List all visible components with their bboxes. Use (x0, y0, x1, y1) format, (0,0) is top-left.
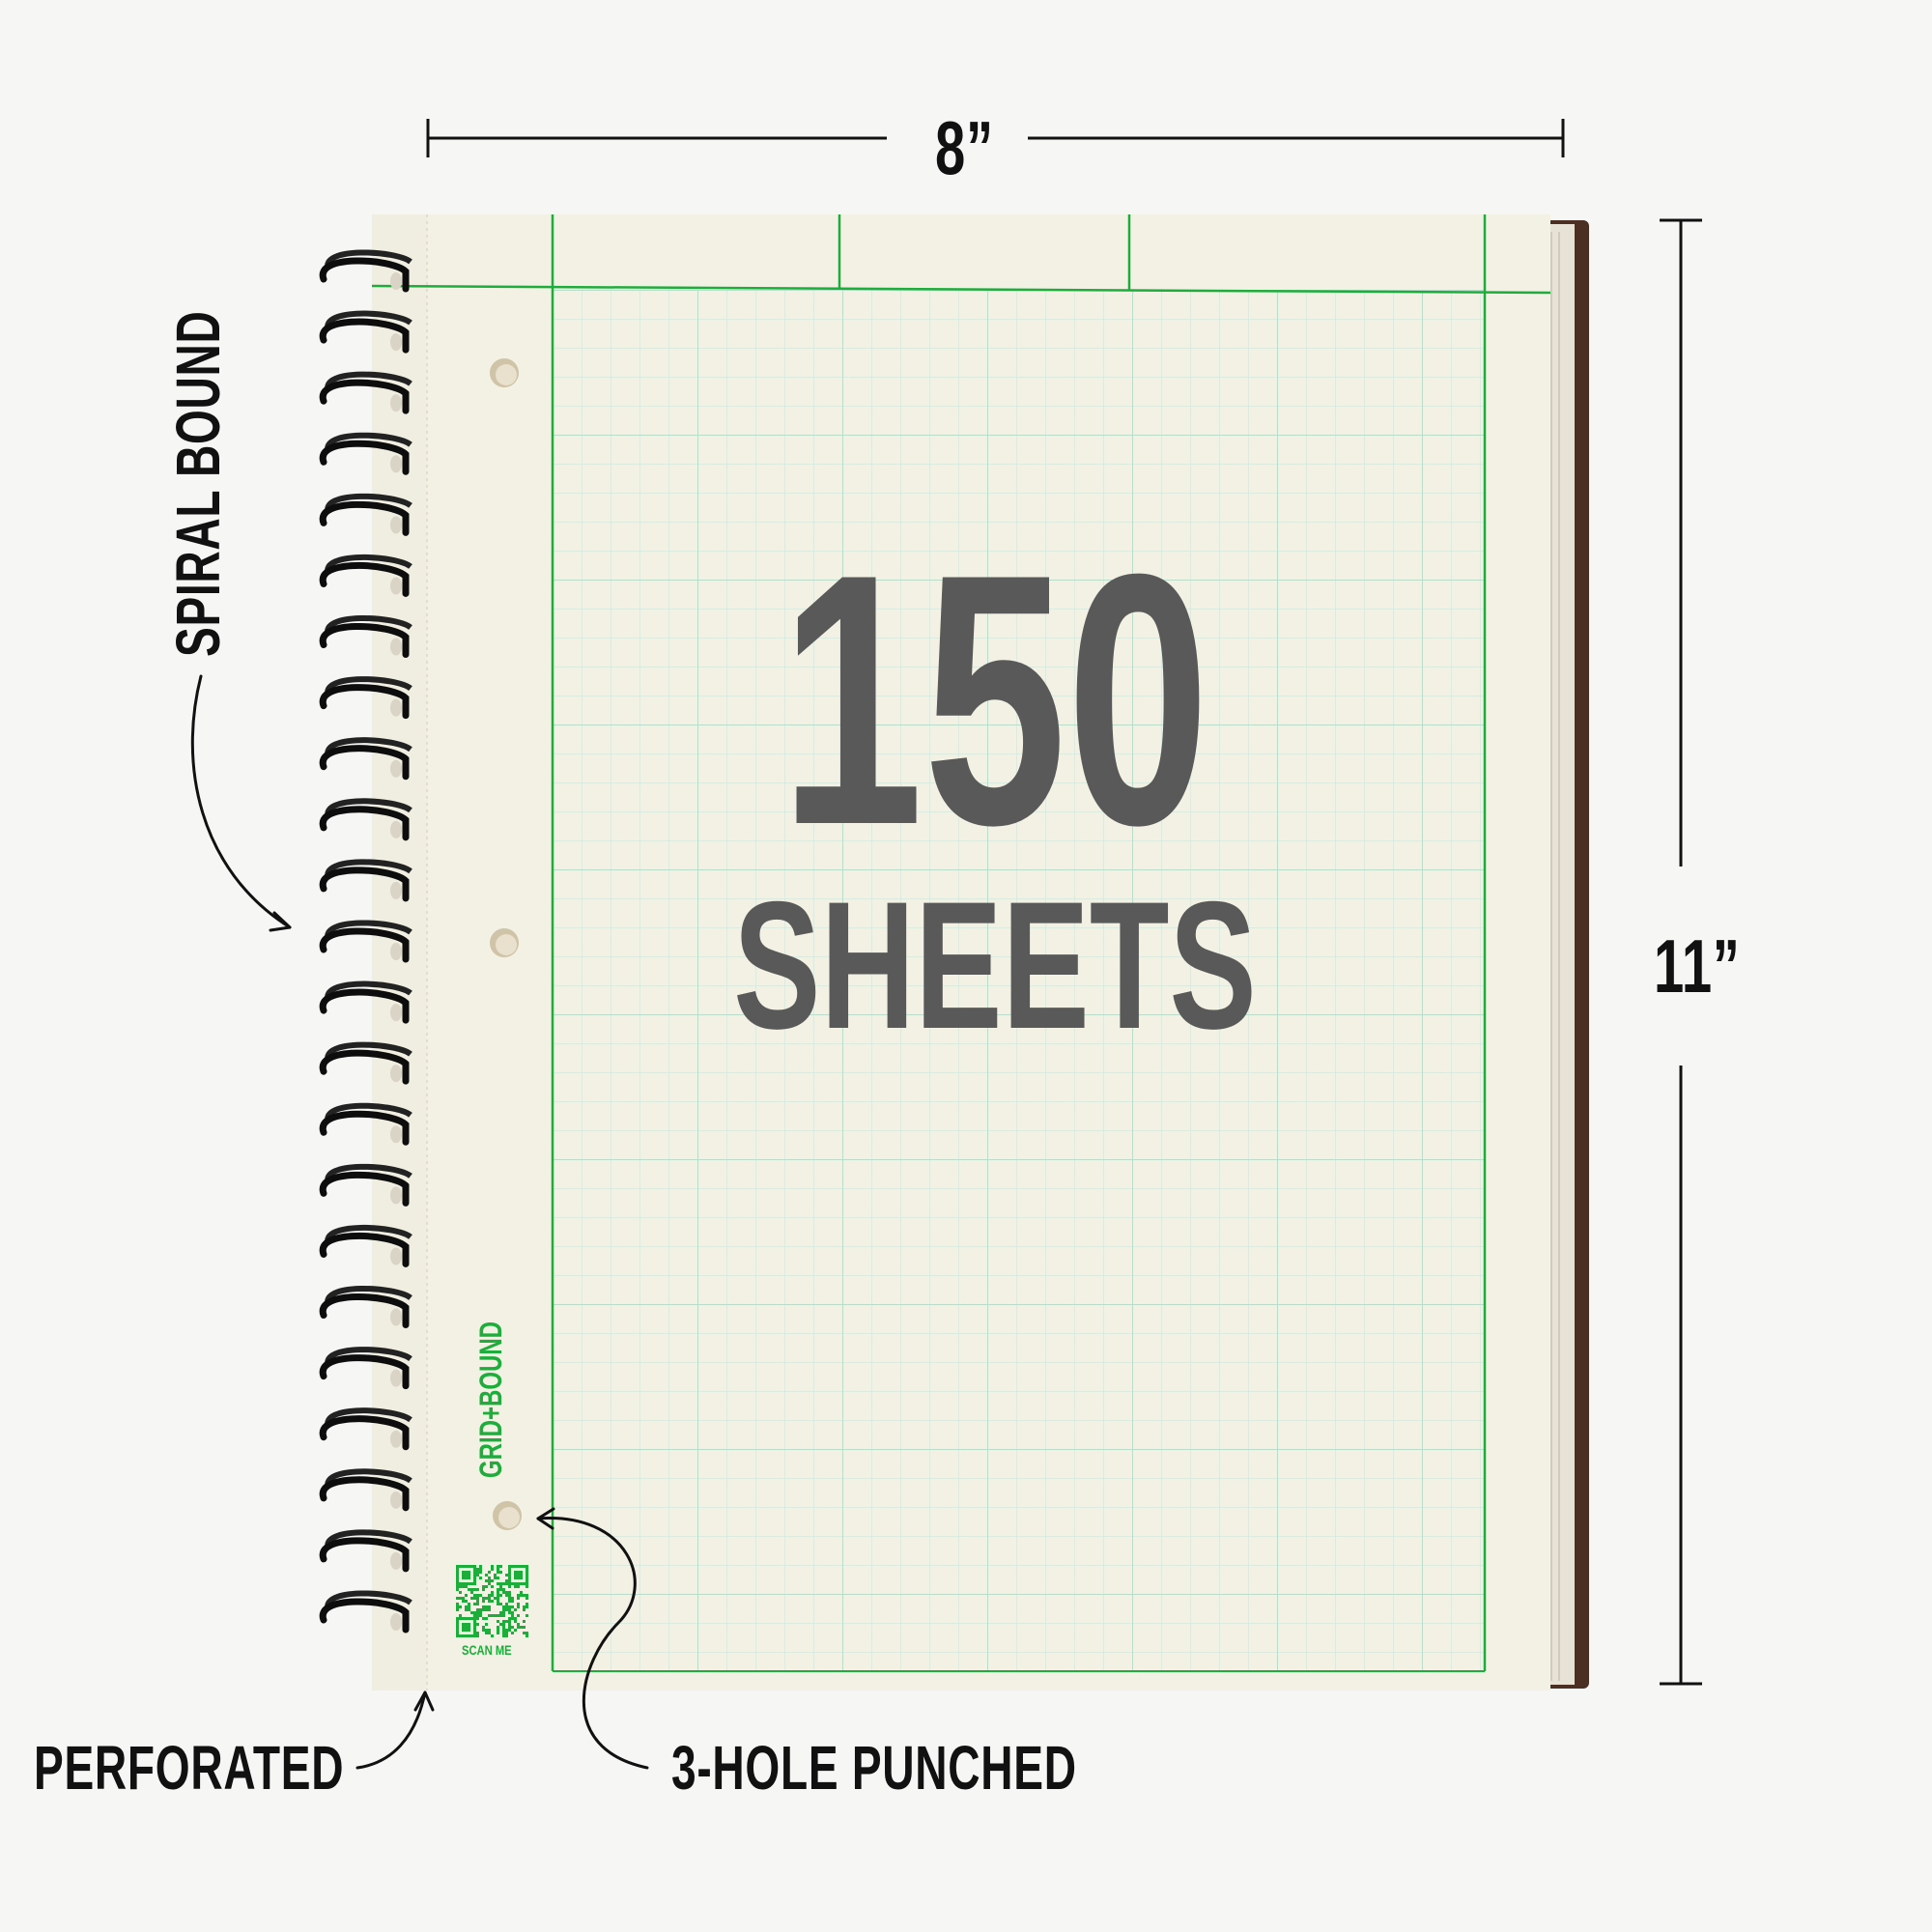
spiral-bound-label: SPIRAL BOUND (163, 310, 233, 657)
hole-middle (490, 928, 519, 957)
width-label: 8” (935, 105, 994, 190)
hole-bottom (493, 1501, 522, 1530)
qr-scan-label: SCAN ME (462, 1642, 512, 1658)
brand-logo-text: GRID+BOUND (473, 1321, 508, 1478)
spiral-arrow (190, 674, 292, 929)
sheet-unit: SHEETS (733, 864, 1257, 1066)
height-label: 11” (1654, 923, 1741, 1009)
sheet-count: 150 (780, 500, 1210, 899)
three-hole-punched-label: 3-HOLE PUNCHED (671, 1733, 1077, 1803)
perforated-arrow (355, 1690, 427, 1770)
perforated-label: PERFORATED (34, 1733, 345, 1803)
hole-top (490, 358, 519, 387)
width-dimension-line (426, 119, 1565, 157)
